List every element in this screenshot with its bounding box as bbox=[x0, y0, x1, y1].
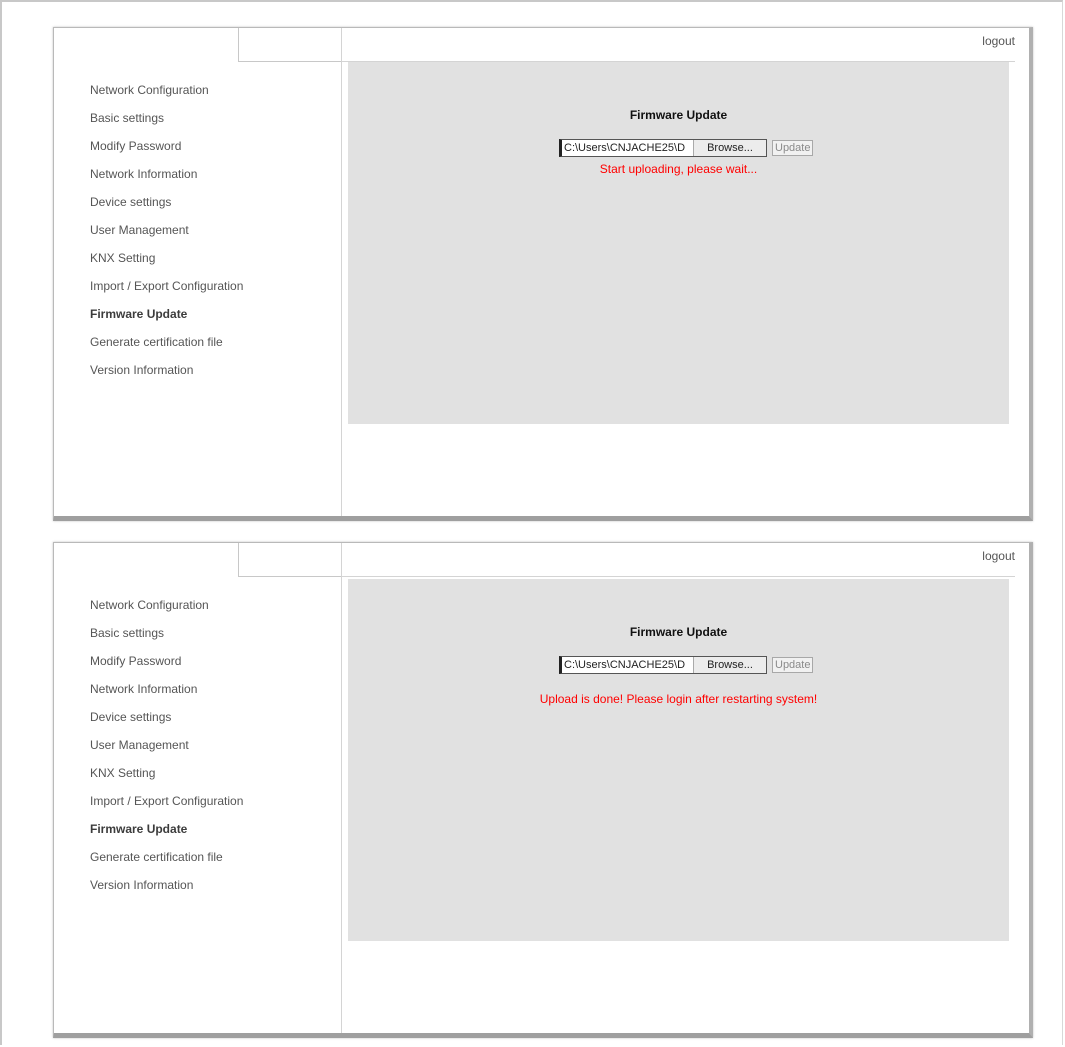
browse-button[interactable]: Browse... bbox=[693, 140, 766, 156]
sidebar-item-knx-setting[interactable]: KNX Setting bbox=[90, 765, 243, 793]
sidebar-item-knx-setting[interactable]: KNX Setting bbox=[90, 250, 243, 278]
content-area: Firmware Update C:\Users\CNJACHE25\D Bro… bbox=[348, 62, 1009, 424]
sidebar-item-modify-password[interactable]: Modify Password bbox=[90, 138, 243, 166]
sidebar-item-user-management[interactable]: User Management bbox=[90, 737, 243, 765]
sidebar-item-version-information[interactable]: Version Information bbox=[90, 362, 243, 390]
update-button[interactable]: Update bbox=[772, 657, 814, 673]
page-title: Firmware Update bbox=[629, 108, 728, 122]
sidebar-divider bbox=[341, 543, 342, 1033]
header-divider bbox=[342, 576, 1015, 577]
file-upload-row: C:\Users\CNJACHE25\D Browse... Update bbox=[559, 139, 814, 157]
sidebar-item-basic-settings[interactable]: Basic settings bbox=[90, 625, 243, 653]
sidebar-item-device-settings[interactable]: Device settings bbox=[90, 709, 243, 737]
sidebar-item-modify-password[interactable]: Modify Password bbox=[90, 653, 243, 681]
logout-link[interactable]: logout bbox=[982, 549, 1015, 563]
sidebar-item-network-information[interactable]: Network Information bbox=[90, 681, 243, 709]
firmware-update-screen-uploading: logout Network Configuration Basic setti… bbox=[53, 27, 1033, 521]
sidebar-nav: Network Configuration Basic settings Mod… bbox=[90, 82, 243, 390]
sidebar-header-tab bbox=[238, 28, 342, 62]
update-button[interactable]: Update bbox=[772, 140, 814, 156]
file-upload-row: C:\Users\CNJACHE25\D Browse... Update bbox=[559, 656, 814, 674]
content-area: Firmware Update C:\Users\CNJACHE25\D Bro… bbox=[348, 579, 1009, 941]
file-path-value: C:\Users\CNJACHE25\D bbox=[564, 659, 686, 671]
sidebar-item-generate-certification-file[interactable]: Generate certification file bbox=[90, 334, 243, 362]
sidebar-nav: Network Configuration Basic settings Mod… bbox=[90, 597, 243, 905]
logout-link[interactable]: logout bbox=[982, 34, 1015, 48]
sidebar-divider bbox=[341, 28, 342, 516]
sidebar-item-device-settings[interactable]: Device settings bbox=[90, 194, 243, 222]
file-input[interactable]: C:\Users\CNJACHE25\D Browse... bbox=[559, 139, 767, 157]
sidebar-item-network-configuration[interactable]: Network Configuration bbox=[90, 82, 243, 110]
status-message: Upload is done! Please login after resta… bbox=[539, 692, 818, 706]
file-path-value: C:\Users\CNJACHE25\D bbox=[564, 142, 686, 154]
sidebar-item-firmware-update[interactable]: Firmware Update bbox=[90, 306, 243, 334]
sidebar-item-basic-settings[interactable]: Basic settings bbox=[90, 110, 243, 138]
sidebar-item-import-export-configuration[interactable]: Import / Export Configuration bbox=[90, 278, 243, 306]
sidebar-item-version-information[interactable]: Version Information bbox=[90, 877, 243, 905]
sidebar-item-network-information[interactable]: Network Information bbox=[90, 166, 243, 194]
browse-button[interactable]: Browse... bbox=[693, 657, 766, 673]
sidebar-item-generate-certification-file[interactable]: Generate certification file bbox=[90, 849, 243, 877]
sidebar-header-tab bbox=[238, 543, 342, 577]
status-message: Start uploading, please wait... bbox=[599, 162, 758, 176]
sidebar-item-user-management[interactable]: User Management bbox=[90, 222, 243, 250]
page-title: Firmware Update bbox=[629, 625, 728, 639]
sidebar-item-network-configuration[interactable]: Network Configuration bbox=[90, 597, 243, 625]
sidebar-item-import-export-configuration[interactable]: Import / Export Configuration bbox=[90, 793, 243, 821]
firmware-update-screen-done: logout Network Configuration Basic setti… bbox=[53, 542, 1033, 1038]
sidebar-item-firmware-update[interactable]: Firmware Update bbox=[90, 821, 243, 849]
file-input[interactable]: C:\Users\CNJACHE25\D Browse... bbox=[559, 656, 767, 674]
